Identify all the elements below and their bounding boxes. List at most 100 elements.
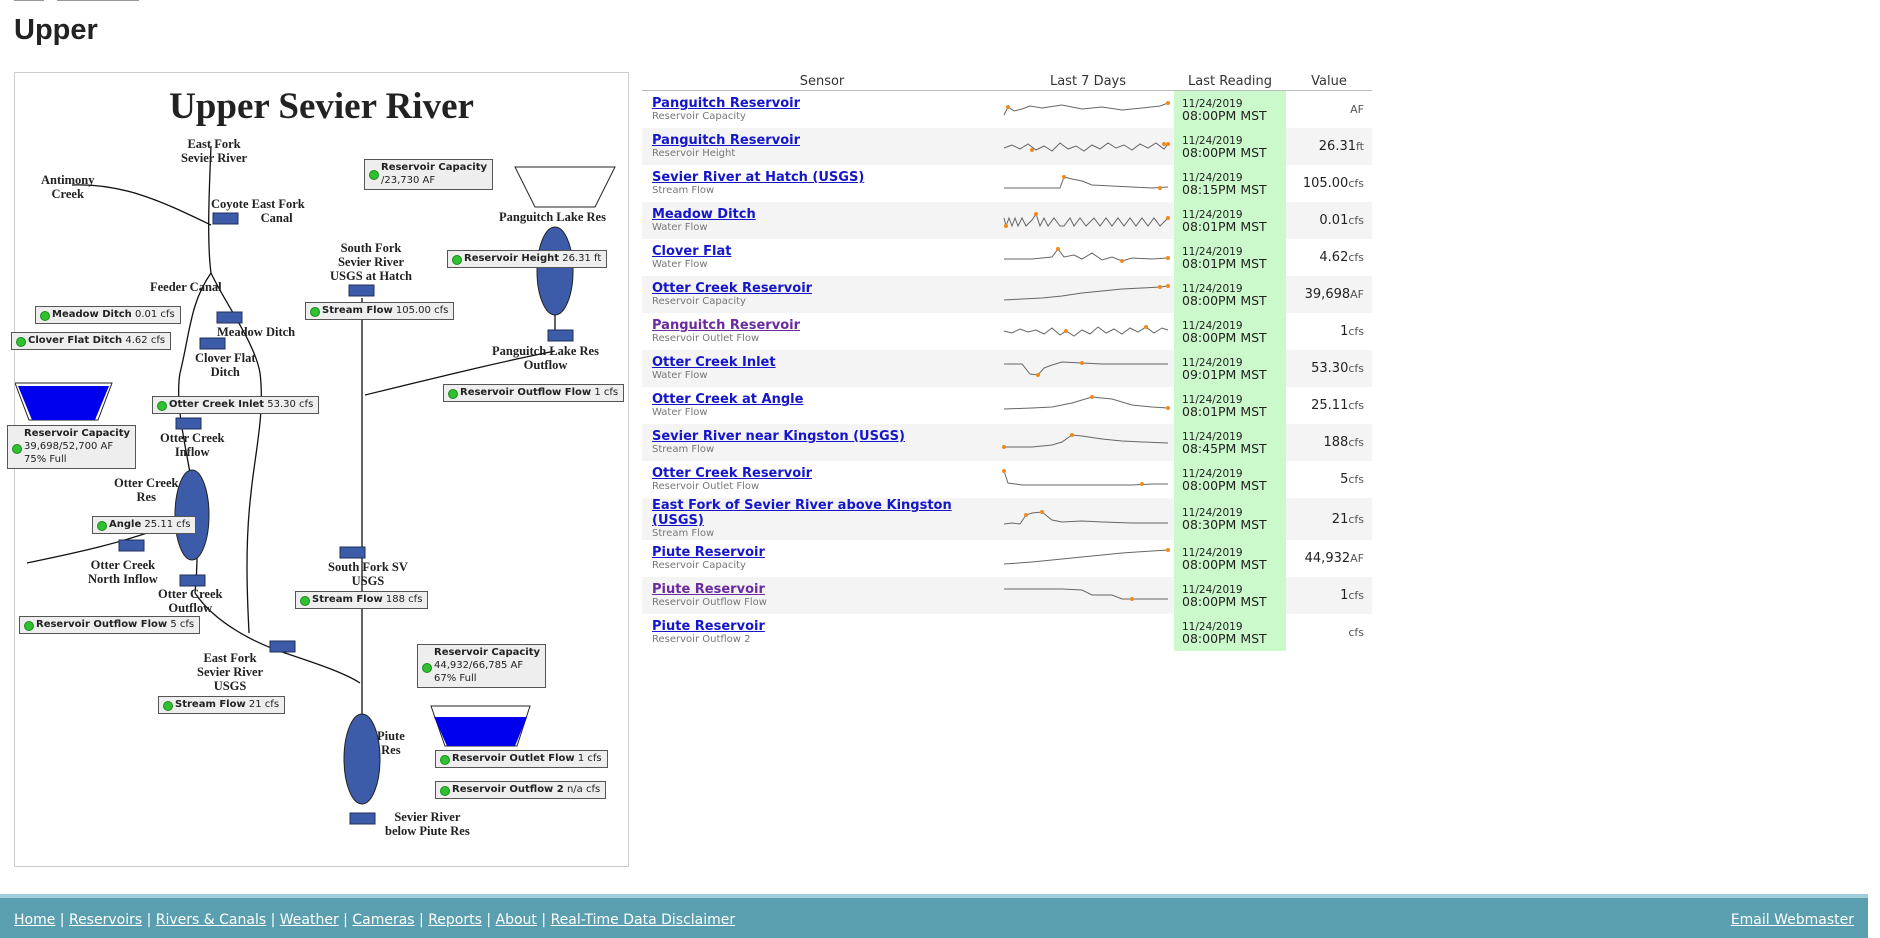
diagram-lines <box>15 145 616 825</box>
otter-creek-ellipse <box>174 469 210 561</box>
sparkline-point <box>1166 255 1170 260</box>
reading-time: 08:00PM MST <box>1182 630 1267 646</box>
label-meadow-ditch: Meadow Ditch <box>217 325 296 339</box>
last-reading-cell: 11/24/2019 08:01PM MST <box>1174 387 1286 424</box>
box-panguitch-capacity[interactable]: Reservoir Capacity /23,730 AF <box>364 159 494 190</box>
sensor-link[interactable]: Sevier River near Kingston (USGS) <box>652 429 1002 444</box>
last-reading-cell: 11/24/2019 08:45PM MST <box>1174 424 1286 461</box>
sensor-type: Water Flow <box>652 370 708 381</box>
box-panguitch-height[interactable]: Reservoir Height 26.31 ft <box>447 250 608 268</box>
table-row: Piute Reservoir Reservoir Capacity 11/24… <box>642 540 1372 577</box>
last-reading-cell: 11/24/2019 08:01PM MST <box>1174 202 1286 239</box>
box-panguitch-outflow[interactable]: Reservoir Outflow Flow 1 cfs <box>443 384 625 402</box>
email-webmaster-link[interactable]: Email Webmaster <box>1731 912 1854 928</box>
label-south-fork-hatch: South Fork Sevier River USGS at Hatch <box>330 241 412 283</box>
footer-separator: | <box>338 912 353 928</box>
sensor-link[interactable]: Panguitch Reservoir <box>652 96 1002 111</box>
box-piute-outflow-2[interactable]: Reservoir Outflow 2 n/a cfs <box>435 781 607 799</box>
reading-time: 08:00PM MST <box>1182 556 1267 572</box>
box-otter-outflow[interactable]: Reservoir Outflow Flow 5 cfs <box>19 616 201 634</box>
sensor-cell: Otter Creek Reservoir Reservoir Capacity <box>642 276 1002 313</box>
sensor-link[interactable]: Otter Creek at Angle <box>652 392 1002 407</box>
footer-link-reservoirs[interactable]: Reservoirs <box>69 912 142 928</box>
sensor-link[interactable]: Sevier River at Hatch (USGS) <box>652 170 1002 185</box>
sparkline-point <box>1030 147 1034 152</box>
footer-link-real-time-data-disclaimer[interactable]: Real-Time Data Disclaimer <box>551 912 736 928</box>
box-hatch-flow[interactable]: Stream Flow 105.00 cfs <box>305 302 455 320</box>
box-otter-capacity[interactable]: Reservoir Capacity 39,698/52,700 AF 75% … <box>7 425 137 469</box>
table-row: Panguitch Reservoir Reservoir Outlet Flo… <box>642 313 1372 350</box>
reading-unit: AF <box>1350 103 1364 116</box>
box-piute-capacity[interactable]: Reservoir Capacity 44,932/66,785 AF 67% … <box>417 644 547 688</box>
sensor-type: Reservoir Capacity <box>652 560 746 571</box>
sensor-link[interactable]: Panguitch Reservoir <box>652 318 1002 333</box>
sparkline-cell <box>1002 387 1174 424</box>
sensor-link[interactable]: East Fork of Sevier River above Kingston… <box>652 498 1002 528</box>
top-button-1[interactable] <box>14 0 44 1</box>
sensor-link[interactable]: Piute Reservoir <box>652 619 1002 634</box>
col-sensor: Sensor <box>642 72 1002 91</box>
sparkline-line <box>1004 175 1169 189</box>
box-meadow-ditch[interactable]: Meadow Ditch 0.01 cfs <box>35 306 181 324</box>
otter-north-station <box>118 539 145 552</box>
sensor-link[interactable]: Piute Reservoir <box>652 545 1002 560</box>
footer-separator: | <box>142 912 156 928</box>
sensor-link[interactable]: Otter Creek Reservoir <box>652 466 1002 481</box>
value-cell: 188cfs <box>1286 424 1372 461</box>
last-reading-cell: 11/24/2019 08:00PM MST <box>1174 90 1286 128</box>
footer-link-cameras[interactable]: Cameras <box>352 912 414 928</box>
footer-link-about[interactable]: About <box>496 912 537 928</box>
box-otter-inlet[interactable]: Otter Creek Inlet 53.30 cfs <box>152 396 320 414</box>
value-cell: 53.30cfs <box>1286 350 1372 387</box>
sensor-link[interactable]: Clover Flat <box>652 244 1002 259</box>
sparkline-point <box>1166 215 1170 220</box>
table-row: Otter Creek Reservoir Reservoir Capacity… <box>642 276 1372 313</box>
footer-separator: | <box>536 912 551 928</box>
sensor-link[interactable]: Piute Reservoir <box>652 582 1002 597</box>
table-row: Otter Creek Inlet Water Flow 11/24/2019 … <box>642 350 1372 387</box>
table-row: Otter Creek at Angle Water Flow 11/24/20… <box>642 387 1372 424</box>
label-otter-res: Otter Creek Res <box>114 476 179 504</box>
table-row: Meadow Ditch Water Flow 11/24/2019 08:01… <box>642 202 1372 239</box>
value-cell: cfs <box>1286 614 1372 651</box>
reading-unit: cfs <box>1348 626 1364 639</box>
footer-link-weather[interactable]: Weather <box>280 912 339 928</box>
box-ef-flow[interactable]: Stream Flow 21 cfs <box>158 696 286 714</box>
reading-unit: AF <box>1350 288 1364 301</box>
sensor-cell: Piute Reservoir Reservoir Outflow Flow <box>642 577 1002 614</box>
status-dot-icon <box>452 255 462 265</box>
sensor-link[interactable]: Otter Creek Inlet <box>652 355 1002 370</box>
reading-unit: cfs <box>1348 214 1364 227</box>
sparkline <box>1002 620 1172 642</box>
top-button-2[interactable] <box>57 0 139 1</box>
sensor-cell: Clover Flat Water Flow <box>642 239 1002 276</box>
status-dot-icon <box>97 521 107 531</box>
sparkline-cell <box>1002 128 1174 165</box>
footer-link-reports[interactable]: Reports <box>428 912 482 928</box>
sparkline-line <box>1003 549 1169 564</box>
box-angle[interactable]: Angle 25.11 cfs <box>92 516 197 534</box>
sensor-cell: Meadow Ditch Water Flow <box>642 202 1002 239</box>
sensor-cell: Piute Reservoir Reservoir Outflow 2 <box>642 614 1002 651</box>
panguitch-capacity-gauge <box>514 166 616 208</box>
label-antimony: Antimony Creek <box>41 173 95 201</box>
box-sf-flow[interactable]: Stream Flow 188 cfs <box>295 591 429 609</box>
sparkline-line <box>1003 285 1169 300</box>
sensor-link[interactable]: Otter Creek Reservoir <box>652 281 1002 296</box>
sensor-type: Reservoir Outflow Flow <box>652 597 767 608</box>
sensor-type: Reservoir Height <box>652 148 736 159</box>
box-piute-outlet-flow[interactable]: Reservoir Outlet Flow 1 cfs <box>435 750 608 768</box>
ef-usgs-station <box>269 640 296 653</box>
reading-value: 53.30 <box>1311 361 1349 376</box>
footer-link-home[interactable]: Home <box>14 912 55 928</box>
reading-time: 09:01PM MST <box>1182 366 1267 382</box>
diagram-title: Upper Sevier River <box>169 86 474 127</box>
table-row: Panguitch Reservoir Reservoir Height 11/… <box>642 128 1372 165</box>
box-clover-flat[interactable]: Clover Flat Ditch 4.62 cfs <box>11 332 172 350</box>
value-cell: 39,698AF <box>1286 276 1372 313</box>
footer-link-rivers-canals[interactable]: Rivers & Canals <box>156 912 266 928</box>
sensor-link[interactable]: Meadow Ditch <box>652 207 1002 222</box>
label-clover-flat: Clover Flat Ditch <box>195 351 256 379</box>
sensor-link[interactable]: Panguitch Reservoir <box>652 133 1002 148</box>
sensor-cell: East Fork of Sevier River above Kingston… <box>642 498 1002 540</box>
